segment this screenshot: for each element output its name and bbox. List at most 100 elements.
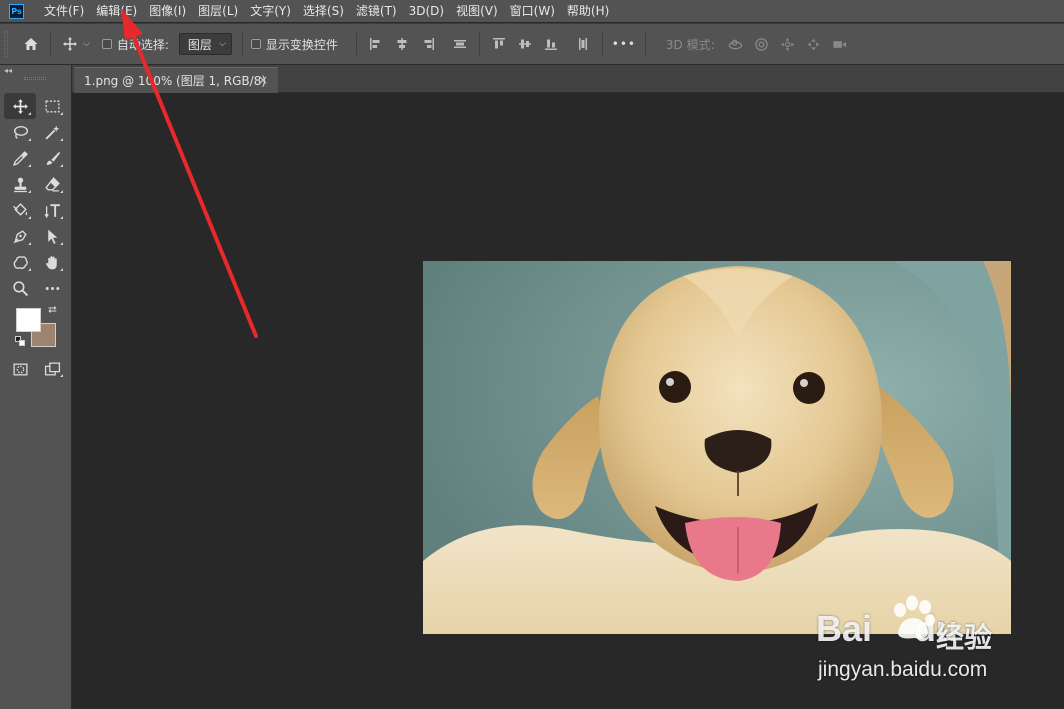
photoshop-logo-icon[interactable]: Ps [9,3,24,19]
3d-orbit-icon[interactable] [723,31,749,57]
tool-flyout-indicator [60,374,63,377]
watermark-service: 经验 [936,621,993,654]
checkbox-box[interactable] [250,39,261,49]
3d-scale-camera-icon[interactable] [827,31,853,57]
menu-file[interactable]: 文件(F) [38,0,90,22]
rectangular-marquee-tool-icon[interactable] [36,93,68,119]
align-horizontal-centers-icon[interactable] [389,31,415,57]
zoom-tool-icon[interactable] [4,275,36,301]
document-image[interactable] [423,261,1011,634]
3d-roll-icon[interactable] [749,31,775,57]
clone-stamp-tool-icon[interactable] [4,171,36,197]
distribute-horizontal-icon[interactable] [570,31,596,57]
more-tools-icon[interactable] [36,275,68,301]
swap-colors-icon[interactable]: ⮂ [48,303,57,317]
toolbox-grip[interactable] [24,77,46,80]
align-bottom-edges-icon[interactable] [538,31,564,57]
menu-3d[interactable]: 3D(D) [403,0,450,22]
3d-pan-icon[interactable] [775,31,801,57]
home-icon[interactable] [18,31,44,57]
tool-flyout-indicator [28,190,31,193]
tool-grid [4,93,68,301]
tool-flyout-indicator [60,138,63,141]
options-bar: ⌵ 自动选择: 图层 ⌵ 显示变换控件 ••• 3D 模式: [0,23,1064,65]
chevron-down-icon: ⌵ [219,39,226,49]
menu-select[interactable]: 选择(S) [297,0,350,22]
type-tool-icon[interactable] [36,197,68,223]
3d-mode-label: 3D 模式: [665,37,715,52]
more-options-button[interactable]: ••• [609,31,639,57]
auto-select-label: 自动选择: [116,37,169,52]
menu-window[interactable]: 窗口(W) [504,0,561,22]
divider [355,33,357,55]
move-tool-icon[interactable] [4,93,36,119]
tool-flyout-indicator [28,242,31,245]
options-bar-grip[interactable] [4,31,8,57]
foreground-color-swatch[interactable] [16,308,41,332]
chevron-down-icon[interactable]: ⌵ [83,39,90,49]
align-right-edges-icon[interactable] [415,31,441,57]
baidu-jingyan-watermark: Bai du 经验 jingyan.baidu.com [812,594,1052,689]
divider [478,33,480,55]
tool-flyout-indicator [28,216,31,219]
tool-flyout-indicator [28,164,31,167]
path-selection-tool-icon[interactable] [36,223,68,249]
show-transform-label: 显示变换控件 [265,37,338,52]
menu-layer[interactable]: 图层(L) [192,0,244,22]
watermark-url: jingyan.baidu.com [818,658,988,681]
menu-bar: Ps 文件(F) 编辑(E) 图像(I) 图层(L) 文字(Y) 选择(S) 滤… [0,0,1064,22]
auto-select-target-dropdown[interactable]: 图层 ⌵ [178,33,232,55]
menu-view[interactable]: 视图(V) [450,0,504,22]
align-top-edges-icon[interactable] [486,31,512,57]
align-left-edges-icon[interactable] [363,31,389,57]
brush-tool-icon[interactable] [36,145,68,171]
baidu-paw-icon [894,595,935,639]
menu-edit[interactable]: 编辑(E) [90,0,143,22]
distribute-vertical-icon[interactable] [447,31,473,57]
move-tool-preset-icon[interactable] [57,31,83,57]
collapse-panel-icon[interactable]: ◂◂ [4,66,12,75]
eyedropper-tool-icon[interactable] [4,145,36,171]
tool-flyout-indicator [60,164,63,167]
auto-select-target-value: 图层 [187,37,212,52]
toolbox-header: ◂◂ [0,65,71,85]
pen-tool-icon[interactable] [4,223,36,249]
tool-flyout-indicator [28,138,31,141]
paint-bucket-tool-icon[interactable] [4,197,36,223]
menu-filter[interactable]: 滤镜(T) [350,0,403,22]
align-vertical-centers-icon[interactable] [512,31,538,57]
tool-flyout-indicator [28,268,31,271]
show-transform-checkbox[interactable]: 显示变换控件 [250,36,338,53]
hand-tool-icon[interactable] [36,249,68,275]
checkbox-box[interactable] [101,39,112,49]
divider [50,33,51,55]
default-colors-icon[interactable] [15,336,26,347]
quick-mask-icon[interactable] [4,357,36,381]
divider [601,33,603,55]
tool-flyout-indicator [60,268,63,271]
tool-flyout-indicator [60,216,63,219]
divider [644,33,646,55]
document-tab-strip: 1.png @ 100% (图层 1, RGB/8) × [72,65,1064,93]
toolbox-panel: ◂◂ ⮂ [0,65,72,709]
document-tab[interactable]: 1.png @ 100% (图层 1, RGB/8) × [74,67,278,93]
3d-slide-icon[interactable] [801,31,827,57]
eraser-tool-icon[interactable] [36,171,68,197]
magic-wand-tool-icon[interactable] [36,119,68,145]
menu-help[interactable]: 帮助(H) [561,0,615,22]
puppy-photo [423,261,1011,634]
menu-type[interactable]: 文字(Y) [244,0,297,22]
close-icon[interactable]: × [258,73,268,87]
tool-flyout-indicator [60,190,63,193]
menu-image[interactable]: 图像(I) [143,0,192,22]
document-tab-title: 1.png @ 100% (图层 1, RGB/8) [84,74,267,88]
tool-flyout-indicator [28,112,31,115]
mode-tools [4,357,68,381]
lasso-tool-icon[interactable] [4,119,36,145]
custom-shape-tool-icon[interactable] [4,249,36,275]
tool-flyout-indicator [60,242,63,245]
color-swatches: ⮂ [14,303,62,350]
auto-select-checkbox[interactable]: 自动选择: [101,36,169,53]
screen-mode-icon[interactable] [36,357,68,381]
tool-flyout-indicator [60,112,63,115]
